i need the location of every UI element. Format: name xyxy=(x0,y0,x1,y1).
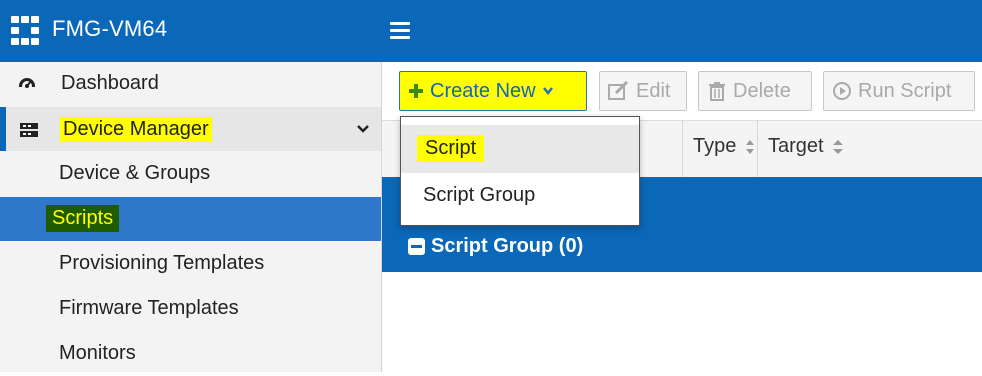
dropdown-item-label: Script Group xyxy=(423,184,536,206)
column-header-type[interactable]: Type xyxy=(693,135,755,158)
script-group-label: Script Group (0) xyxy=(431,235,584,257)
play-circle-icon xyxy=(833,82,851,100)
sidebar-item-firmware-templates[interactable]: Firmware Templates xyxy=(0,287,381,331)
plus-icon xyxy=(409,84,423,98)
dropdown-item-script[interactable]: Script xyxy=(401,125,639,173)
sidebar-item-device-groups[interactable]: Device & Groups xyxy=(0,152,381,196)
edit-button[interactable]: Edit xyxy=(599,71,687,111)
sidebar-item-label: Device & Groups xyxy=(59,162,211,184)
sidebar-item-label: Firmware Templates xyxy=(59,297,239,319)
dropdown-item-label: Script xyxy=(417,135,485,162)
script-group-row[interactable]: Script Group (0) xyxy=(408,235,583,258)
column-header-target[interactable]: Target xyxy=(768,135,844,158)
sidebar-item-label: Device Manager xyxy=(60,117,212,142)
edit-icon xyxy=(608,81,629,100)
sidebar-item-provisioning-templates[interactable]: Provisioning Templates xyxy=(0,242,381,286)
create-new-dropdown: Script Script Group xyxy=(400,116,640,226)
run-script-button[interactable]: Run Script xyxy=(823,71,975,111)
edit-label: Edit xyxy=(636,79,671,102)
sort-icon xyxy=(833,139,844,154)
dropdown-item-script-group[interactable]: Script Group xyxy=(401,173,639,221)
delete-button[interactable]: Delete xyxy=(698,71,812,111)
collapse-minus-icon[interactable] xyxy=(408,238,425,255)
sidebar-item-scripts[interactable]: Scripts xyxy=(0,197,381,241)
device-manager-icon xyxy=(20,123,38,137)
hamburger-menu-icon[interactable] xyxy=(390,22,410,40)
dashboard-gauge-icon xyxy=(19,78,35,94)
sidebar-item-label: Monitors xyxy=(59,342,136,364)
run-script-label: Run Script xyxy=(858,79,952,102)
chevron-down-icon xyxy=(542,87,553,96)
column-label: Type xyxy=(693,135,737,157)
sidebar-item-label: Provisioning Templates xyxy=(59,252,265,274)
app-title: FMG-VM64 xyxy=(52,16,168,41)
delete-label: Delete xyxy=(733,79,791,102)
sidebar: Dashboard Device Manager Device & Groups… xyxy=(0,62,382,372)
toolbar: Create New Edit Delete Run Script xyxy=(382,62,982,120)
sidebar-item-monitors[interactable]: Monitors xyxy=(0,332,381,376)
sidebar-item-device-manager[interactable]: Device Manager xyxy=(0,107,381,151)
trash-icon xyxy=(709,82,725,101)
column-divider xyxy=(682,121,683,177)
fortinet-logo-icon xyxy=(11,16,39,45)
sidebar-item-label: Scripts xyxy=(46,205,120,232)
column-label: Target xyxy=(768,135,824,157)
create-new-label: Create New xyxy=(430,79,536,102)
chevron-down-icon[interactable] xyxy=(356,124,370,134)
sidebar-item-dashboard[interactable]: Dashboard xyxy=(0,62,381,106)
column-divider xyxy=(757,121,758,177)
sort-icon xyxy=(745,139,754,154)
create-new-button[interactable]: Create New xyxy=(399,71,587,111)
sidebar-item-label: Dashboard xyxy=(61,72,159,94)
top-bar: FMG-VM64 xyxy=(0,0,982,62)
